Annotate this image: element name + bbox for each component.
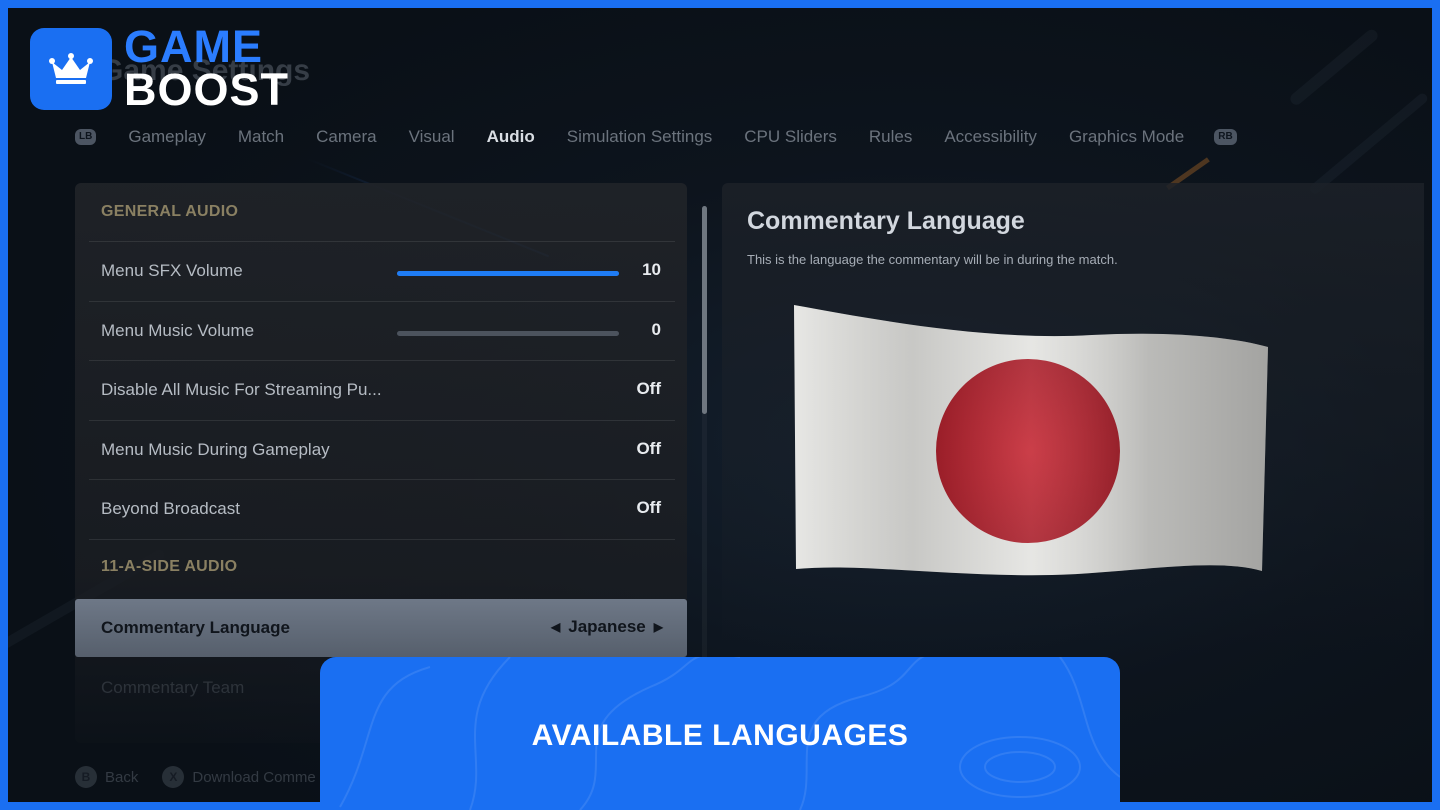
tab-rules[interactable]: Rules [869,127,912,147]
setting-label: Menu Music During Gameplay [101,440,330,459]
setting-row-menu-sfx-volume[interactable]: Menu SFX Volume 10 [89,241,675,301]
setting-label: Menu SFX Volume [101,261,243,280]
slider-fill [397,271,619,276]
commentary-language-value: Japanese [568,617,646,636]
setting-label: Commentary Team [101,678,245,697]
setting-value: Off [636,498,661,517]
setting-value: ◀ Japanese ▶ [551,617,663,637]
logo-text-boost: BOOST [124,63,290,115]
setting-label: Menu Music Volume [101,321,255,340]
info-description: This is the language the commentary will… [747,252,1118,267]
background-streak [1288,27,1380,108]
setting-value: Off [636,379,661,398]
setting-value: 10 [642,260,661,279]
section-header-11-a-side-audio: 11-A-SIDE AUDIO [101,558,238,575]
hint-back[interactable]: Back [105,769,138,786]
setting-label: Disable All Music For Streaming Pu... [101,380,382,399]
setting-label: Beyond Broadcast [101,499,240,518]
tab-simulation-settings[interactable]: Simulation Settings [567,127,713,147]
x-button-icon: X [162,766,185,788]
japan-flag-image [792,301,1272,581]
setting-label: Commentary Language [101,618,290,637]
tab-camera[interactable]: Camera [316,127,376,147]
info-panel: Commentary Language This is the language… [722,183,1424,653]
setting-value: Off [636,439,661,458]
info-title: Commentary Language [747,207,1025,235]
settings-tabs: LB Gameplay Match Camera Visual Audio Si… [75,124,1237,150]
tab-audio[interactable]: Audio [487,127,535,147]
background-streak [1308,91,1430,196]
volume-slider[interactable] [397,331,619,336]
tab-gameplay[interactable]: Gameplay [128,127,205,147]
setting-value: 0 [651,320,661,339]
setting-row-menu-music-volume[interactable]: Menu Music Volume 0 [89,301,675,361]
tab-graphics-mode[interactable]: Graphics Mode [1069,127,1184,147]
rb-bumper-icon[interactable]: RB [1214,129,1237,145]
hint-download-commentary[interactable]: Download Comme [192,769,315,786]
volume-slider[interactable] [397,271,619,276]
logo-text-game: GAME [124,21,263,72]
section-divider: 11-A-SIDE AUDIO [89,539,675,598]
section-header-general-audio: GENERAL AUDIO [101,203,239,220]
lb-bumper-icon[interactable]: LB [75,129,97,145]
setting-row-disable-music-streaming[interactable]: Disable All Music For Streaming Pu... Of… [89,360,675,420]
arrow-left-icon[interactable]: ◀ [551,620,560,634]
available-languages-banner: AVAILABLE LANGUAGES [320,657,1120,810]
gameboost-logo: GAME BOOST [30,21,290,115]
tab-accessibility[interactable]: Accessibility [944,127,1037,147]
setting-row-commentary-language[interactable]: Commentary Language ◀ Japanese ▶ [75,599,687,657]
arrow-right-icon[interactable]: ▶ [654,620,663,634]
setting-row-menu-music-gameplay[interactable]: Menu Music During Gameplay Off [89,420,675,480]
tab-visual[interactable]: Visual [409,127,455,147]
banner-title: AVAILABLE LANGUAGES [531,719,909,752]
scrollbar-thumb[interactable] [702,206,707,414]
crown-icon [30,27,112,110]
controller-hints: B Back X Download Comme [75,766,340,788]
setting-row-beyond-broadcast[interactable]: Beyond Broadcast Off [89,479,675,539]
tab-match[interactable]: Match [238,127,284,147]
tab-cpu-sliders[interactable]: CPU Sliders [744,127,837,147]
b-button-icon: B [75,766,97,788]
